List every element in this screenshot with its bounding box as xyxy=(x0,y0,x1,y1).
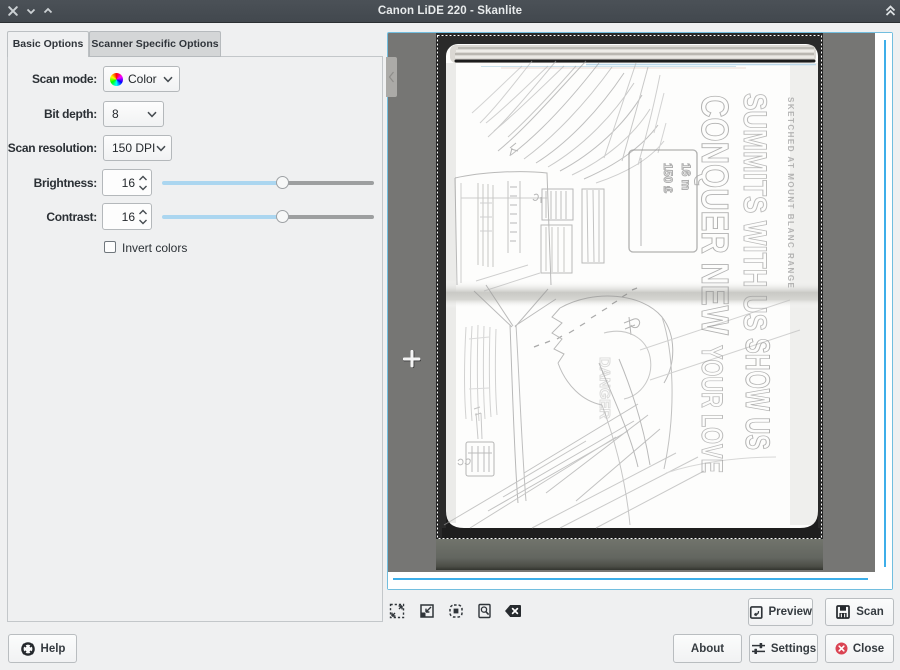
svg-text:150 ₤: 150 ₤ xyxy=(661,163,675,193)
svg-text:SHOW US: SHOW US xyxy=(738,338,776,450)
svg-text:CONQUER NEW: CONQUER NEW xyxy=(693,95,735,335)
svg-text:SKETCHED AT MOUNT BLANC RANGE: SKETCHED AT MOUNT BLANC RANGE xyxy=(786,97,795,289)
svg-text:16 m: 16 m xyxy=(679,163,693,190)
svg-text:YOUR LOVE: YOUR LOVE xyxy=(695,345,728,473)
svg-text:DANGER: DANGER xyxy=(596,357,613,419)
svg-text:SUMMITS WITH US: SUMMITS WITH US xyxy=(737,93,773,331)
